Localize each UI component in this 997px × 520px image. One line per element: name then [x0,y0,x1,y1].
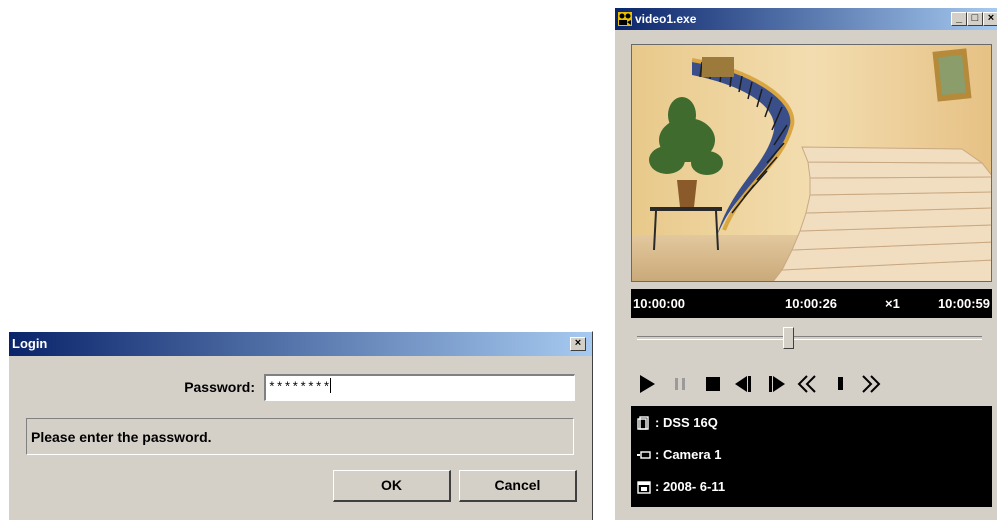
login-title: Login [12,336,48,351]
calendar-icon [637,481,651,494]
camera-app-icon [618,12,632,26]
slow-icon[interactable] [831,374,851,394]
time-bar: 10:00:00 10:00:26 ×1 10:00:59 [631,289,992,318]
playback-slider-thumb[interactable] [783,327,795,349]
video-titlebar[interactable]: video1.exe _ □ × [615,8,997,30]
info-panel: : DSS 16Q : Camera 1 : 2008- 6-11 [631,406,992,507]
video-display[interactable] [631,44,992,282]
close-icon: × [987,12,995,24]
stop-icon[interactable] [703,374,723,394]
video-close-button[interactable]: × [983,12,997,26]
device-name: : DSS 16Q [655,415,718,430]
login-dialog: Login × Password: ******** Please enter … [8,331,593,520]
cancel-button[interactable]: Cancel [459,470,577,502]
time-current: 10:00:26 [785,296,838,311]
rewind-icon[interactable] [797,374,817,394]
play-icon[interactable] [637,374,657,394]
video-title: video1.exe [635,12,697,26]
recording-date: : 2008- 6-11 [655,479,726,494]
maximize-button[interactable]: □ [967,12,983,26]
maximize-icon: □ [971,12,979,24]
password-label: Password: [184,379,255,395]
fast-forward-icon[interactable] [861,374,881,394]
step-forward-icon[interactable] [767,374,787,394]
password-field[interactable]: ******** [264,374,575,401]
staircase-video-frame [632,45,991,281]
text-cursor [330,378,332,393]
login-titlebar[interactable]: Login × [9,332,592,356]
minimize-button[interactable]: _ [951,12,967,26]
time-end: 10:00:59 [937,296,990,311]
password-value: ******** [268,380,331,395]
playback-slider-track[interactable] [637,336,982,340]
close-icon: × [574,337,582,349]
time-start: 10:00:00 [633,296,686,311]
pause-icon[interactable] [671,374,691,394]
video-window: video1.exe _ □ × 10:00:00 10:00:26 ×1 10… [614,7,997,520]
step-back-icon[interactable] [733,374,753,394]
status-box: Please enter the password. [26,418,574,455]
login-close-button[interactable]: × [570,337,586,351]
minimize-icon: _ [955,12,963,24]
camera-icon [637,451,651,459]
playback-speed: ×1 [885,296,900,311]
ok-button[interactable]: OK [333,470,451,502]
device-icon [637,416,649,430]
camera-name: : Camera 1 [655,447,722,462]
status-message: Please enter the password. [31,429,212,445]
